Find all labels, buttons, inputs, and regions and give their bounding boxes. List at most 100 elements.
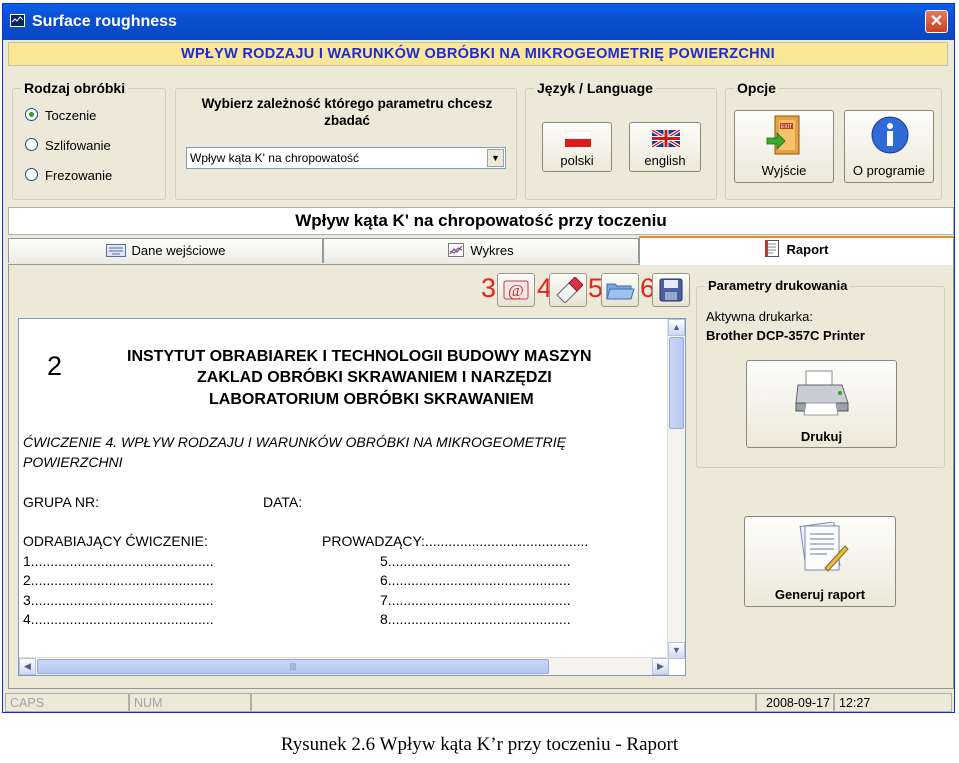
callout-number-3: 3 <box>481 273 497 303</box>
exit-label: Wyjście <box>761 163 807 178</box>
folder-icon <box>606 283 635 300</box>
parameter-select-value: Wpływ kąta K' na chropowatość <box>190 151 360 165</box>
language-group: Język / Language polski english <box>525 80 717 200</box>
eraser-icon <box>556 277 583 303</box>
caps-indicator: CAPS <box>5 693 129 712</box>
tab-report-label: Raport <box>786 242 829 257</box>
report-preview[interactable]: 2 INSTYTUT OBRABIAREK I TECHNOLOGII BUDO… <box>18 318 686 676</box>
email-icon: @ <box>503 280 529 300</box>
english-button[interactable]: english <box>629 122 701 172</box>
report-performing: ODRABIAJĄCY ĆWICZENIE: <box>23 533 208 549</box>
report-list-item: 1.......................................… <box>23 553 214 569</box>
floppy-disk-icon <box>659 278 683 302</box>
report-date: DATA: <box>263 494 303 510</box>
clear-button[interactable] <box>549 273 587 307</box>
vertical-scroll-thumb[interactable] <box>669 337 684 429</box>
email-button[interactable]: @ <box>497 273 535 307</box>
app-window: Surface roughness ✕ WPŁYW RODZAJU I WARU… <box>2 3 955 713</box>
print-group: Parametry drukowania Aktywna drukarka: B… <box>696 278 945 468</box>
scroll-right-arrow[interactable]: ▶ <box>652 658 669 675</box>
radio-milling-label: Frezowanie <box>45 168 113 183</box>
exit-door-icon: EXIT <box>766 115 800 155</box>
page-heading: Wpływ kąta K' na chropowatość przy tocze… <box>8 207 954 235</box>
callout-number-2: 2 <box>47 351 63 381</box>
polish-flag-icon <box>565 131 591 147</box>
status-date: 2008-09-17 <box>756 693 834 712</box>
polish-button[interactable]: polski <box>542 122 612 172</box>
report-list-item: 6.......................................… <box>380 572 571 588</box>
chart-icon <box>448 243 465 257</box>
generate-report-icon <box>799 522 849 572</box>
title-bar: Surface roughness ✕ <box>3 4 954 40</box>
info-icon <box>871 116 909 154</box>
generate-report-button[interactable]: Generuj raport <box>744 516 896 607</box>
parameter-title: Wybierz zależność którego parametru chce… <box>201 96 493 128</box>
machining-group: Rodzaj obróbki Toczenie Szlifowanie Frez… <box>12 80 166 200</box>
close-button[interactable]: ✕ <box>925 10 948 33</box>
radio-grinding[interactable]: Szlifowanie <box>25 138 111 153</box>
about-label: O programie <box>852 163 926 178</box>
generate-report-label: Generuj raport <box>774 587 866 602</box>
scroll-left-arrow[interactable]: ◀ <box>19 658 36 675</box>
report-list-item: 4.......................................… <box>23 611 214 627</box>
printer-icon <box>795 370 849 416</box>
vertical-scrollbar[interactable]: ▲ ▼ <box>667 319 685 659</box>
report-list-item: 8.......................................… <box>380 611 571 627</box>
radio-dot <box>25 168 38 181</box>
keyboard-icon <box>105 244 126 257</box>
report-list-item: 5.......................................… <box>380 553 571 569</box>
scroll-down-arrow[interactable]: ▼ <box>668 642 685 659</box>
report-list-item: 7.......................................… <box>380 592 571 608</box>
tab-input-data[interactable]: Dane wejściowe <box>8 238 323 263</box>
options-group: Opcje EXIT Wyjście O programie <box>725 80 942 200</box>
report-list-item: 2.......................................… <box>23 572 214 588</box>
status-time: 12:27 <box>834 693 952 712</box>
report-leading: PROWADZĄCY:.............................… <box>322 533 589 549</box>
app-icon <box>10 14 25 27</box>
report-line-department: ZAKLAD OBRÓBKI SKRAWANIEM I NARZĘDZI <box>197 369 552 386</box>
machining-legend: Rodzaj obróbki <box>21 80 129 96</box>
print-button[interactable]: Drukuj <box>746 360 897 448</box>
radio-grinding-label: Szlifowanie <box>45 138 111 153</box>
uk-flag-icon <box>652 130 680 147</box>
language-legend: Język / Language <box>534 80 656 96</box>
num-indicator: NUM <box>129 693 251 712</box>
about-button[interactable]: O programie <box>844 110 934 183</box>
horizontal-scrollbar[interactable]: ◀ ||| ▶ <box>19 657 669 675</box>
chevron-down-icon[interactable]: ▼ <box>487 149 504 167</box>
tab-input-data-label: Dane wejściowe <box>131 243 226 258</box>
save-button[interactable] <box>652 273 690 307</box>
tab-report[interactable]: Raport <box>639 236 954 265</box>
radio-dot <box>25 138 38 151</box>
parameter-select[interactable]: Wpływ kąta K' na chropowatość ▼ <box>186 147 506 169</box>
status-empty <box>251 693 756 712</box>
exit-button[interactable]: EXIT Wyjście <box>734 110 834 183</box>
svg-text:@: @ <box>508 281 524 300</box>
printer-name: Brother DCP-357C Printer <box>706 328 865 343</box>
scroll-up-arrow[interactable]: ▲ <box>668 319 685 336</box>
report-group: GRUPA NR: <box>23 494 99 510</box>
radio-turning[interactable]: Toczenie <box>25 108 96 123</box>
report-list-item: 3.......................................… <box>23 592 214 608</box>
report-line-institute: INSTYTUT OBRABIAREK I TECHNOLOGII BUDOWY… <box>127 348 592 365</box>
report-panel: 3 @ 4 5 6 2 INSTYTUT OBRABIAREK I TECHNO… <box>8 264 954 689</box>
tab-chart[interactable]: Wykres <box>323 238 639 263</box>
radio-milling[interactable]: Frezowanie <box>25 168 112 183</box>
english-label: english <box>644 153 686 168</box>
banner-title: WPŁYW RODZAJU I WARUNKÓW OBRÓBKI NA MIKR… <box>8 42 948 66</box>
open-button[interactable] <box>601 273 639 307</box>
figure-caption: Rysunek 2.6 Wpływ kąta K’r przy toczeniu… <box>280 734 679 755</box>
report-line-lab: LABORATORIUM OBRÓBKI SKRAWANIEM <box>209 391 534 408</box>
polish-label: polski <box>560 153 594 168</box>
active-printer-label: Aktywna drukarka: <box>706 309 813 324</box>
print-legend: Parametry drukowania <box>705 278 851 293</box>
status-bar: CAPS NUM 2008-09-17 12:27 <box>5 693 954 713</box>
report-exercise-cont: POWIERZCHNI <box>23 454 123 470</box>
radio-turning-label: Toczenie <box>45 108 97 123</box>
window-title: Surface roughness <box>32 13 177 30</box>
radio-dot-selected <box>25 108 38 121</box>
parameter-group: Wybierz zależność którego parametru chce… <box>175 88 517 200</box>
print-label: Drukuj <box>800 429 843 444</box>
horizontal-scroll-thumb[interactable]: ||| <box>37 659 549 674</box>
options-legend: Opcje <box>734 80 779 96</box>
